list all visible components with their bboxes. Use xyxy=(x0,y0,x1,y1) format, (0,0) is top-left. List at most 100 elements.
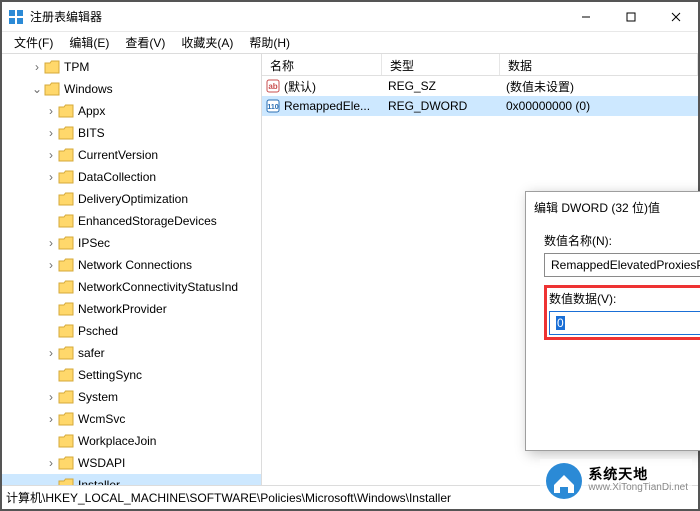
list-row[interactable]: ab(默认)REG_SZ(数值未设置) xyxy=(262,76,698,96)
tree-item-label: WorkplaceJoin xyxy=(78,434,156,448)
close-button[interactable] xyxy=(653,2,698,31)
app-icon xyxy=(8,9,24,25)
tree-item[interactable]: › CurrentVersion xyxy=(2,144,261,166)
tree-item[interactable]: › Network Connections xyxy=(2,254,261,276)
value-name-label: 数值名称(N): xyxy=(544,232,700,249)
svg-text:ab: ab xyxy=(268,82,277,91)
window-title: 注册表编辑器 xyxy=(30,8,563,25)
maximize-button[interactable] xyxy=(608,2,653,31)
folder-icon xyxy=(58,478,74,485)
list-row[interactable]: 110RemappedEle...REG_DWORD0x00000000 (0) xyxy=(262,96,698,116)
tree-item[interactable]: WorkplaceJoin xyxy=(2,430,261,452)
folder-icon xyxy=(58,280,74,294)
menu-view[interactable]: 查看(V) xyxy=(117,32,173,53)
tree-item-label: Windows xyxy=(64,82,113,96)
chevron-right-icon[interactable]: › xyxy=(44,170,58,184)
tree-item[interactable]: › BITS xyxy=(2,122,261,144)
chevron-right-icon[interactable]: › xyxy=(30,60,44,74)
tree-item[interactable]: ›Appx xyxy=(2,100,261,122)
chevron-right-icon[interactable]: › xyxy=(44,148,58,162)
minimize-button[interactable] xyxy=(563,2,608,31)
tree-item[interactable]: EnhancedStorageDevices xyxy=(2,210,261,232)
chevron-right-icon[interactable]: › xyxy=(44,456,58,470)
tree-item[interactable]: › TPM xyxy=(2,56,261,78)
tree-item-label: WSDAPI xyxy=(78,456,125,470)
value-data-highlight: 数值数据(V): 0 xyxy=(544,285,700,340)
watermark-url: www.XiTongTianDi.net xyxy=(588,481,688,495)
col-data[interactable]: 数据 xyxy=(500,54,698,75)
tree-item[interactable]: ›IPSec xyxy=(2,232,261,254)
value-data: 0x00000000 (0) xyxy=(500,99,698,113)
tree-item-label: WcmSvc xyxy=(78,412,125,426)
chevron-right-icon[interactable]: › xyxy=(44,346,58,360)
tree-item[interactable]: DeliveryOptimization xyxy=(2,188,261,210)
tree-item-label: Network Connections xyxy=(78,258,192,272)
svg-text:110: 110 xyxy=(267,104,278,111)
tree-item[interactable]: Installer xyxy=(2,474,261,485)
tree-item-label: NetworkConnectivityStatusInd xyxy=(78,280,238,294)
tree-item[interactable]: SettingSync xyxy=(2,364,261,386)
tree-item[interactable]: ⌄ Windows xyxy=(2,78,261,100)
tree-item-label: DeliveryOptimization xyxy=(78,192,188,206)
folder-icon xyxy=(58,390,74,404)
watermark-icon xyxy=(544,461,584,501)
chevron-right-icon[interactable]: › xyxy=(44,236,58,250)
chevron-right-icon[interactable]: › xyxy=(44,126,58,140)
tree-item[interactable]: › DataCollection xyxy=(2,166,261,188)
folder-icon xyxy=(58,126,74,140)
title-bar: 注册表编辑器 xyxy=(2,2,698,32)
tree-item-label: SettingSync xyxy=(78,368,142,382)
value-data: (数值未设置) xyxy=(500,78,698,95)
tree-item-label: DataCollection xyxy=(78,170,156,184)
registry-tree[interactable]: ›TPM⌄Windows›Appx›BITS›CurrentVersion›Da… xyxy=(2,54,262,485)
string-value-icon: ab xyxy=(266,79,280,93)
tree-item-label: CurrentVersion xyxy=(78,148,158,162)
menu-edit[interactable]: 编辑(E) xyxy=(61,32,117,53)
folder-icon xyxy=(58,324,74,338)
folder-icon xyxy=(58,368,74,382)
tree-item-label: NetworkProvider xyxy=(78,302,167,316)
folder-icon xyxy=(58,170,74,184)
folder-icon xyxy=(58,434,74,448)
tree-item[interactable]: › safer xyxy=(2,342,261,364)
value-name: RemappedEle... xyxy=(284,99,370,113)
tree-item-label: System xyxy=(78,390,118,404)
chevron-right-icon[interactable]: › xyxy=(44,104,58,118)
menu-help[interactable]: 帮助(H) xyxy=(241,32,298,53)
value-data-field[interactable]: 0 xyxy=(549,311,700,335)
tree-item[interactable]: › System xyxy=(2,386,261,408)
value-name-field[interactable] xyxy=(544,253,700,277)
chevron-right-icon[interactable]: › xyxy=(44,390,58,404)
menu-favorites[interactable]: 收藏夹(A) xyxy=(173,32,241,53)
tree-item-label: Installer xyxy=(78,478,120,485)
value-type: REG_SZ xyxy=(382,79,500,93)
col-type[interactable]: 类型 xyxy=(382,54,500,75)
tree-item[interactable]: Psched xyxy=(2,320,261,342)
tree-item[interactable]: NetworkProvider xyxy=(2,298,261,320)
list-header: 名称 类型 数据 xyxy=(262,54,698,76)
tree-item[interactable]: › WSDAPI xyxy=(2,452,261,474)
watermark: 系统天地 www.XiTongTianDi.net xyxy=(540,459,692,503)
value-data-text: 0 xyxy=(556,316,565,330)
tree-item-label: Psched xyxy=(78,324,118,338)
tree-item-label: safer xyxy=(78,346,105,360)
chevron-right-icon[interactable]: › xyxy=(44,412,58,426)
folder-icon xyxy=(58,192,74,206)
chevron-down-icon[interactable]: ⌄ xyxy=(30,82,44,96)
value-list: 名称 类型 数据 ab(默认)REG_SZ(数值未设置) 110 RemappedE… xyxy=(262,54,698,485)
dialog-title: 编辑 DWORD (32 位)值 xyxy=(534,199,700,216)
value-data-label: 数值数据(V): xyxy=(549,290,700,307)
tree-item-label: TPM xyxy=(64,60,89,74)
dword-value-icon: 110 xyxy=(266,99,280,113)
tree-item[interactable]: NetworkConnectivityStatusInd xyxy=(2,276,261,298)
tree-item[interactable]: › WcmSvc xyxy=(2,408,261,430)
folder-icon xyxy=(44,82,60,96)
tree-item-label: BITS xyxy=(78,126,105,140)
folder-icon xyxy=(58,104,74,118)
tree-item-label: EnhancedStorageDevices xyxy=(78,214,217,228)
col-name[interactable]: 名称 xyxy=(262,54,382,75)
chevron-right-icon[interactable]: › xyxy=(44,258,58,272)
menu-file[interactable]: 文件(F) xyxy=(6,32,61,53)
folder-icon xyxy=(58,456,74,470)
folder-icon xyxy=(58,302,74,316)
